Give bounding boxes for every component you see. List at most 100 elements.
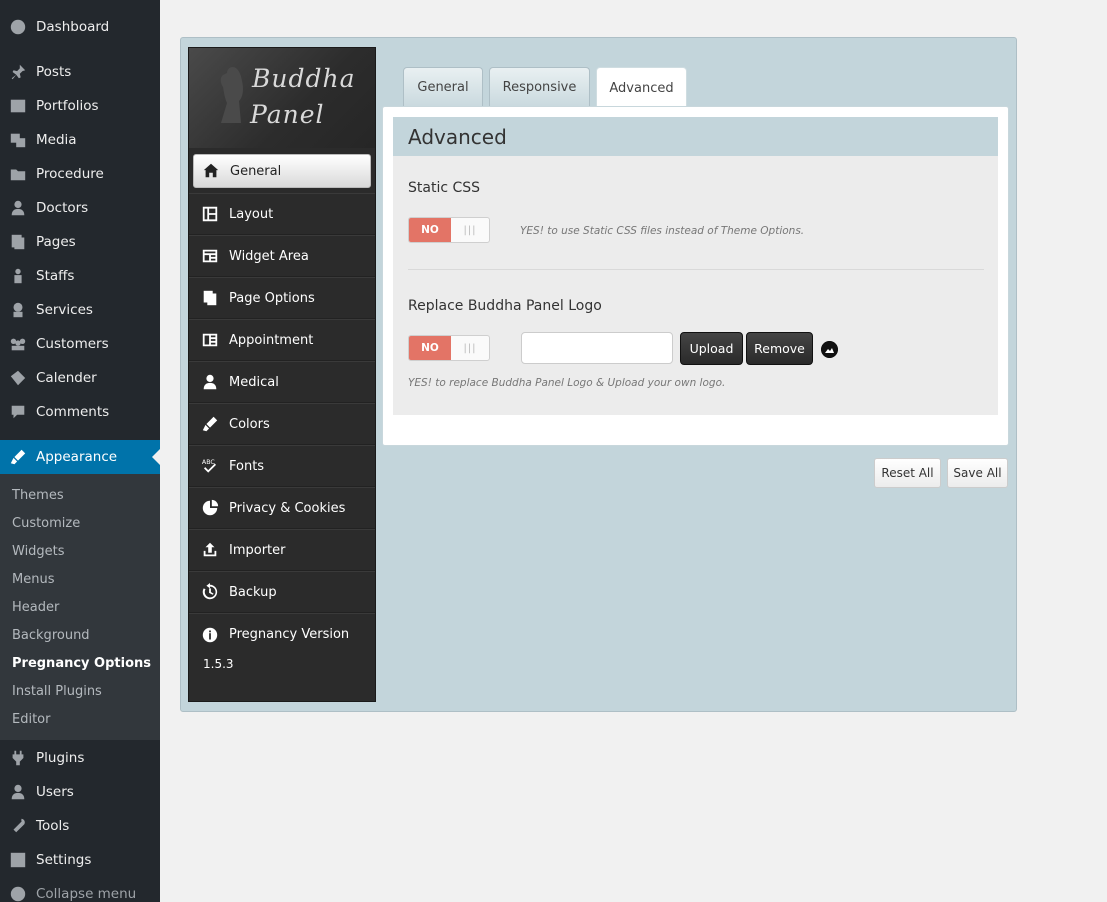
menu-label: Comments [36,404,110,420]
menu-procedure[interactable]: Procedure [0,157,160,191]
plugin-icon [0,749,36,767]
appointment-icon [201,331,229,349]
nav-layout[interactable]: Layout [189,193,375,235]
tab-advanced[interactable]: Advanced [596,67,687,108]
menu-comments[interactable]: Comments [0,395,160,429]
menu-label: Calender [36,370,97,386]
replace-logo-hint: YES! to replace Buddha Panel Logo & Uplo… [408,377,726,389]
menu-dashboard[interactable]: Dashboard [0,10,160,44]
nav-label: Widget Area [229,248,309,264]
menu-label: Portfolios [36,98,99,114]
submenu-menus[interactable]: Menus [12,572,54,587]
brush-icon [201,415,229,433]
submenu-editor[interactable]: Editor [12,712,50,727]
nav-label: Layout [229,206,274,222]
submenu-themes[interactable]: Themes [12,488,64,503]
save-all-button[interactable]: Save All [947,458,1008,488]
medical-icon [201,373,229,391]
menu-pages[interactable]: Pages [0,225,160,259]
nav-widget-area[interactable]: Widget Area [189,235,375,277]
folder-icon [0,165,36,183]
nav-pregnancy-version[interactable]: Pregnancy Version [189,613,375,655]
static-css-hint: YES! to use Static CSS files instead of … [520,225,805,237]
nav-importer[interactable]: Importer [189,529,375,571]
logo-text-line2: Panel [250,100,325,129]
info-icon [201,626,229,644]
menu-label: Pages [36,234,76,250]
menu-posts[interactable]: Posts [0,55,160,89]
menu-settings[interactable]: Settings [0,843,160,877]
nav-backup[interactable]: Backup [189,571,375,613]
page-options-icon [201,289,229,307]
settings-icon [0,851,36,869]
menu-label: Doctors [36,200,89,216]
nav-appointment[interactable]: Appointment [189,319,375,361]
submenu-customize[interactable]: Customize [12,516,80,531]
menu-label: Collapse menu [36,886,137,902]
menu-staffs[interactable]: Staffs [0,259,160,293]
wrench-icon [0,817,36,835]
upload-button[interactable]: Upload [680,332,743,365]
nav-label: Importer [229,542,286,558]
nav-label: Pregnancy Version [229,627,350,642]
static-css-toggle[interactable]: NO ||| [408,217,490,243]
menu-label: Plugins [36,750,85,766]
menu-label: Appearance [36,449,118,465]
logo-url-input[interactable] [521,332,673,364]
menu-customers[interactable]: Customers [0,327,160,361]
menu-label: Procedure [36,166,104,182]
brush-icon [0,448,36,466]
nav-page-options[interactable]: Page Options [189,277,375,319]
toggle-off-label: NO [409,336,451,360]
menu-label: Tools [36,818,70,834]
toggle-grip: ||| [463,224,477,236]
submenu-background[interactable]: Background [12,628,90,643]
pin-icon [0,63,36,81]
menu-label: Staffs [36,268,75,284]
nav-privacy-cookies[interactable]: Privacy & Cookies [189,487,375,529]
tickets-icon [0,369,36,387]
divider [408,269,984,270]
menu-portfolios[interactable]: Portfolios [0,89,160,123]
services-icon [0,301,36,319]
submenu-widgets[interactable]: Widgets [12,544,65,559]
media-icon [0,131,36,149]
staff-icon [0,267,36,285]
nav-fonts[interactable]: ABC Fonts [189,445,375,487]
menu-media[interactable]: Media [0,123,160,157]
nav-colors[interactable]: Colors [189,403,375,445]
nav-medical[interactable]: Medical [189,361,375,403]
menu-doctors[interactable]: Doctors [0,191,160,225]
replace-logo-toggle[interactable]: NO ||| [408,335,490,361]
collapse-menu-button[interactable]: Collapse menu [0,877,160,902]
submenu-header[interactable]: Header [12,600,59,615]
portfolio-icon [0,97,36,115]
reset-all-button[interactable]: Reset All [874,458,941,488]
menu-appearance[interactable]: Appearance [0,440,160,474]
groups-icon [0,335,36,353]
nav-label: Page Options [229,290,315,306]
tab-general[interactable]: General [403,67,483,107]
image-preview-icon[interactable] [821,341,838,358]
tab-responsive[interactable]: Responsive [489,67,590,107]
collapse-icon [0,885,36,902]
menu-users[interactable]: Users [0,775,160,809]
submenu-install-plugins[interactable]: Install Plugins [12,684,102,699]
submenu-pregnancy-options[interactable]: Pregnancy Options [12,656,151,671]
home-icon [202,162,230,180]
nav-general[interactable]: General [193,154,371,188]
nav-label: Colors [229,416,270,432]
nav-label: Backup [229,584,277,600]
nav-label: General [230,163,282,179]
static-css-title: Static CSS [408,180,481,196]
remove-button[interactable]: Remove [746,332,813,365]
toggle-off-label: NO [409,218,451,242]
menu-label: Media [36,132,77,148]
toggle-grip: ||| [463,342,477,354]
menu-label: Services [36,302,93,318]
menu-label: Posts [36,64,72,80]
menu-services[interactable]: Services [0,293,160,327]
menu-tools[interactable]: Tools [0,809,160,843]
menu-calender[interactable]: Calender [0,361,160,395]
menu-plugins[interactable]: Plugins [0,741,160,775]
